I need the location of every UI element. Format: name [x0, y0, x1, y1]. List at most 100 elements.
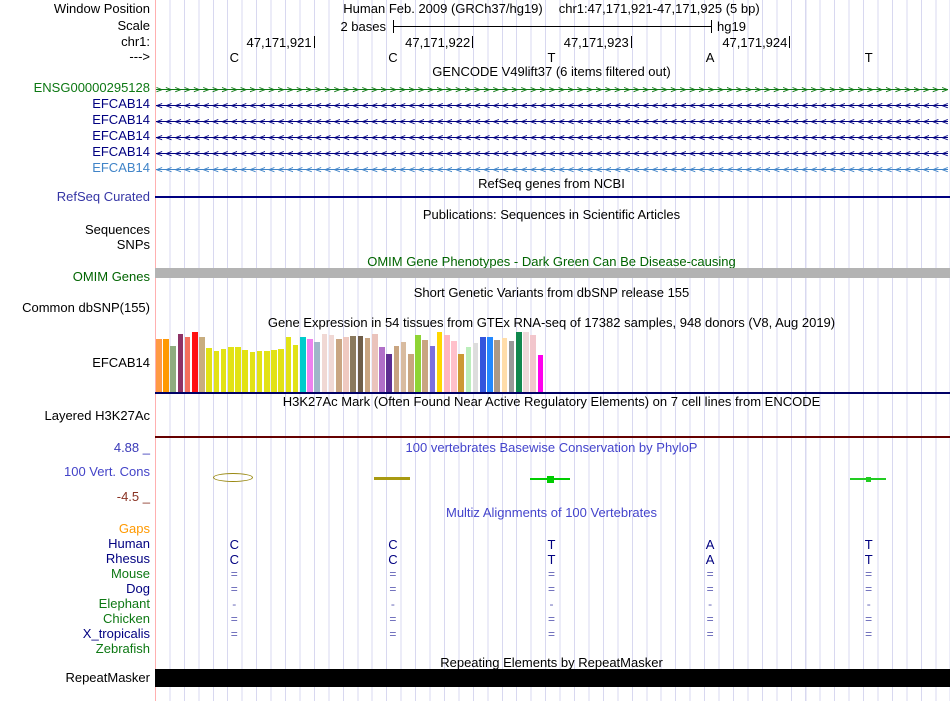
multiz-species-label[interactable]: Human — [0, 537, 150, 551]
gtex-expression-bar[interactable] — [343, 337, 349, 392]
multiz-alignment-symbol: = — [706, 627, 714, 641]
conservation-negative-ellipse — [213, 473, 253, 482]
multiz-species-label[interactable]: Gaps — [0, 522, 150, 536]
gtex-gene-label[interactable]: EFCAB14 — [0, 356, 150, 370]
gtex-expression-bar[interactable] — [192, 332, 198, 392]
gtex-expression-bar[interactable] — [372, 334, 378, 392]
gtex-expression-bar[interactable] — [516, 332, 522, 392]
gtex-expression-bar[interactable] — [451, 341, 457, 392]
gene-item-row[interactable]: <<<<<<<<<<<<<<<<<<<<<<<<<<<<<<<<<<<<<<<<… — [156, 130, 948, 145]
gtex-expression-bar[interactable] — [264, 351, 270, 392]
refseq-gene-line[interactable] — [155, 196, 950, 198]
gtex-expression-bar[interactable] — [220, 349, 227, 392]
gtex-expression-bar[interactable] — [487, 337, 493, 392]
gtex-expression-bar[interactable] — [357, 336, 364, 392]
gtex-expression-bar[interactable] — [228, 347, 234, 392]
gene-strand-arrows: <<<<<<<<<<<<<<<<<<<<<<<<<<<<<<<<<<<<<<<<… — [156, 163, 948, 176]
conservation-positive-point — [865, 476, 871, 482]
h3k27ac-label[interactable]: Layered H3K27Ac — [0, 409, 150, 423]
refseq-curated-label[interactable]: RefSeq Curated — [0, 190, 150, 204]
gtex-expression-bar[interactable] — [156, 339, 162, 392]
gtex-expression-bar[interactable] — [307, 339, 313, 392]
gtex-expression-bar[interactable] — [458, 354, 465, 392]
publications-snps-label[interactable]: SNPs — [0, 238, 150, 252]
gtex-expression-bar[interactable] — [213, 351, 220, 392]
gtex-expression-bar[interactable] — [242, 350, 249, 392]
gene-item-row[interactable]: >>>>>>>>>>>>>>>>>>>>>>>>>>>>>>>>>>>>>>>>… — [156, 82, 948, 97]
gtex-expression-bar[interactable] — [501, 338, 508, 392]
multiz-alignment-symbol: = — [230, 582, 238, 596]
multiz-species-label[interactable]: Zebrafish — [0, 642, 150, 656]
gtex-expression-bar[interactable] — [336, 339, 342, 392]
gene-item-row[interactable]: <<<<<<<<<<<<<<<<<<<<<<<<<<<<<<<<<<<<<<<<… — [156, 146, 948, 161]
gene-label[interactable]: ENSG00000295128 — [0, 81, 150, 95]
reference-base: T — [547, 50, 556, 65]
gtex-expression-bar[interactable] — [408, 354, 414, 392]
gtex-expression-bar[interactable] — [444, 335, 450, 392]
omim-genes-label[interactable]: OMIM Genes — [0, 270, 150, 284]
gtex-expression-bar[interactable] — [472, 343, 479, 392]
gtex-expression-bar[interactable] — [415, 335, 421, 392]
gtex-expression-bar[interactable] — [480, 337, 486, 392]
gtex-expression-bar[interactable] — [300, 337, 306, 392]
gene-label[interactable]: EFCAB14 — [0, 97, 150, 111]
gtex-expression-bar[interactable] — [494, 340, 501, 392]
gtex-expression-bar[interactable] — [285, 337, 292, 392]
gtex-expression-bar[interactable] — [436, 332, 443, 392]
gene-label[interactable]: EFCAB14 — [0, 129, 150, 143]
publications-sequences-label[interactable]: Sequences — [0, 223, 150, 237]
gtex-expression-bar[interactable] — [321, 334, 328, 392]
h3k27ac-track-title: H3K27Ac Mark (Often Found Near Active Re… — [282, 394, 821, 409]
gtex-expression-bar[interactable] — [530, 335, 537, 392]
gtex-expression-bar[interactable] — [400, 342, 407, 392]
multiz-species-label[interactable]: Rhesus — [0, 552, 150, 566]
gtex-expression-bar[interactable] — [465, 347, 472, 392]
gtex-expression-bar[interactable] — [292, 345, 299, 392]
gtex-expression-bar[interactable] — [379, 347, 385, 392]
gtex-expression-bar[interactable] — [206, 348, 213, 392]
multiz-species-label[interactable]: X_tropicalis — [0, 627, 150, 641]
gene-item-row[interactable]: <<<<<<<<<<<<<<<<<<<<<<<<<<<<<<<<<<<<<<<<… — [156, 98, 948, 113]
gtex-expression-bar[interactable] — [508, 341, 515, 392]
multiz-alignment-symbol: - — [390, 597, 395, 611]
gtex-expression-bar[interactable] — [429, 346, 436, 392]
multiz-species-label[interactable]: Mouse — [0, 567, 150, 581]
gtex-expression-bar[interactable] — [177, 334, 184, 392]
multiz-base-letter: C — [229, 537, 239, 552]
gtex-expression-bar[interactable] — [328, 335, 335, 392]
gtex-expression-bar[interactable] — [235, 347, 241, 392]
gtex-expression-bar[interactable] — [184, 337, 191, 392]
multiz-alignment-symbol: = — [706, 612, 714, 626]
gtex-expression-bar[interactable] — [278, 349, 285, 392]
gtex-expression-bar[interactable] — [422, 340, 429, 392]
omim-gene-bar[interactable] — [155, 268, 950, 278]
conservation-label[interactable]: 100 Vert. Cons — [0, 465, 150, 479]
multiz-species-label[interactable]: Elephant — [0, 597, 150, 611]
gtex-expression-bar[interactable] — [523, 332, 529, 392]
gtex-expression-bar[interactable] — [537, 355, 544, 392]
gtex-expression-bar[interactable] — [350, 336, 357, 392]
multiz-species-label[interactable]: Dog — [0, 582, 150, 596]
multiz-species-label[interactable]: Chicken — [0, 612, 150, 626]
ruler-tick — [313, 36, 315, 48]
strand-direction-label: ---> — [129, 49, 150, 64]
dbsnp-label[interactable]: Common dbSNP(155) — [0, 301, 150, 315]
gtex-expression-bar[interactable] — [163, 339, 169, 392]
repeatmasker-label[interactable]: RepeatMasker — [0, 671, 150, 685]
gene-label[interactable]: EFCAB14 — [0, 113, 150, 127]
gtex-expression-bar[interactable] — [256, 351, 263, 392]
gtex-expression-bar[interactable] — [393, 346, 400, 392]
gtex-expression-bar[interactable] — [314, 342, 321, 392]
gene-item-row[interactable]: <<<<<<<<<<<<<<<<<<<<<<<<<<<<<<<<<<<<<<<<… — [156, 114, 948, 129]
repeatmasker-element-bar[interactable] — [155, 669, 950, 687]
gtex-expression-bar[interactable] — [271, 350, 277, 392]
gtex-expression-bar[interactable] — [199, 337, 205, 392]
gtex-expression-bar[interactable] — [386, 354, 393, 392]
gtex-expression-bar[interactable] — [170, 346, 177, 392]
gtex-expression-bar[interactable] — [364, 338, 371, 392]
gene-label[interactable]: EFCAB14 — [0, 161, 150, 175]
gtex-expression-bar[interactable] — [249, 352, 256, 392]
gene-label[interactable]: EFCAB14 — [0, 145, 150, 159]
gene-item-row[interactable]: <<<<<<<<<<<<<<<<<<<<<<<<<<<<<<<<<<<<<<<<… — [156, 162, 948, 177]
gtex-track-title: Gene Expression in 54 tissues from GTEx … — [267, 315, 836, 330]
